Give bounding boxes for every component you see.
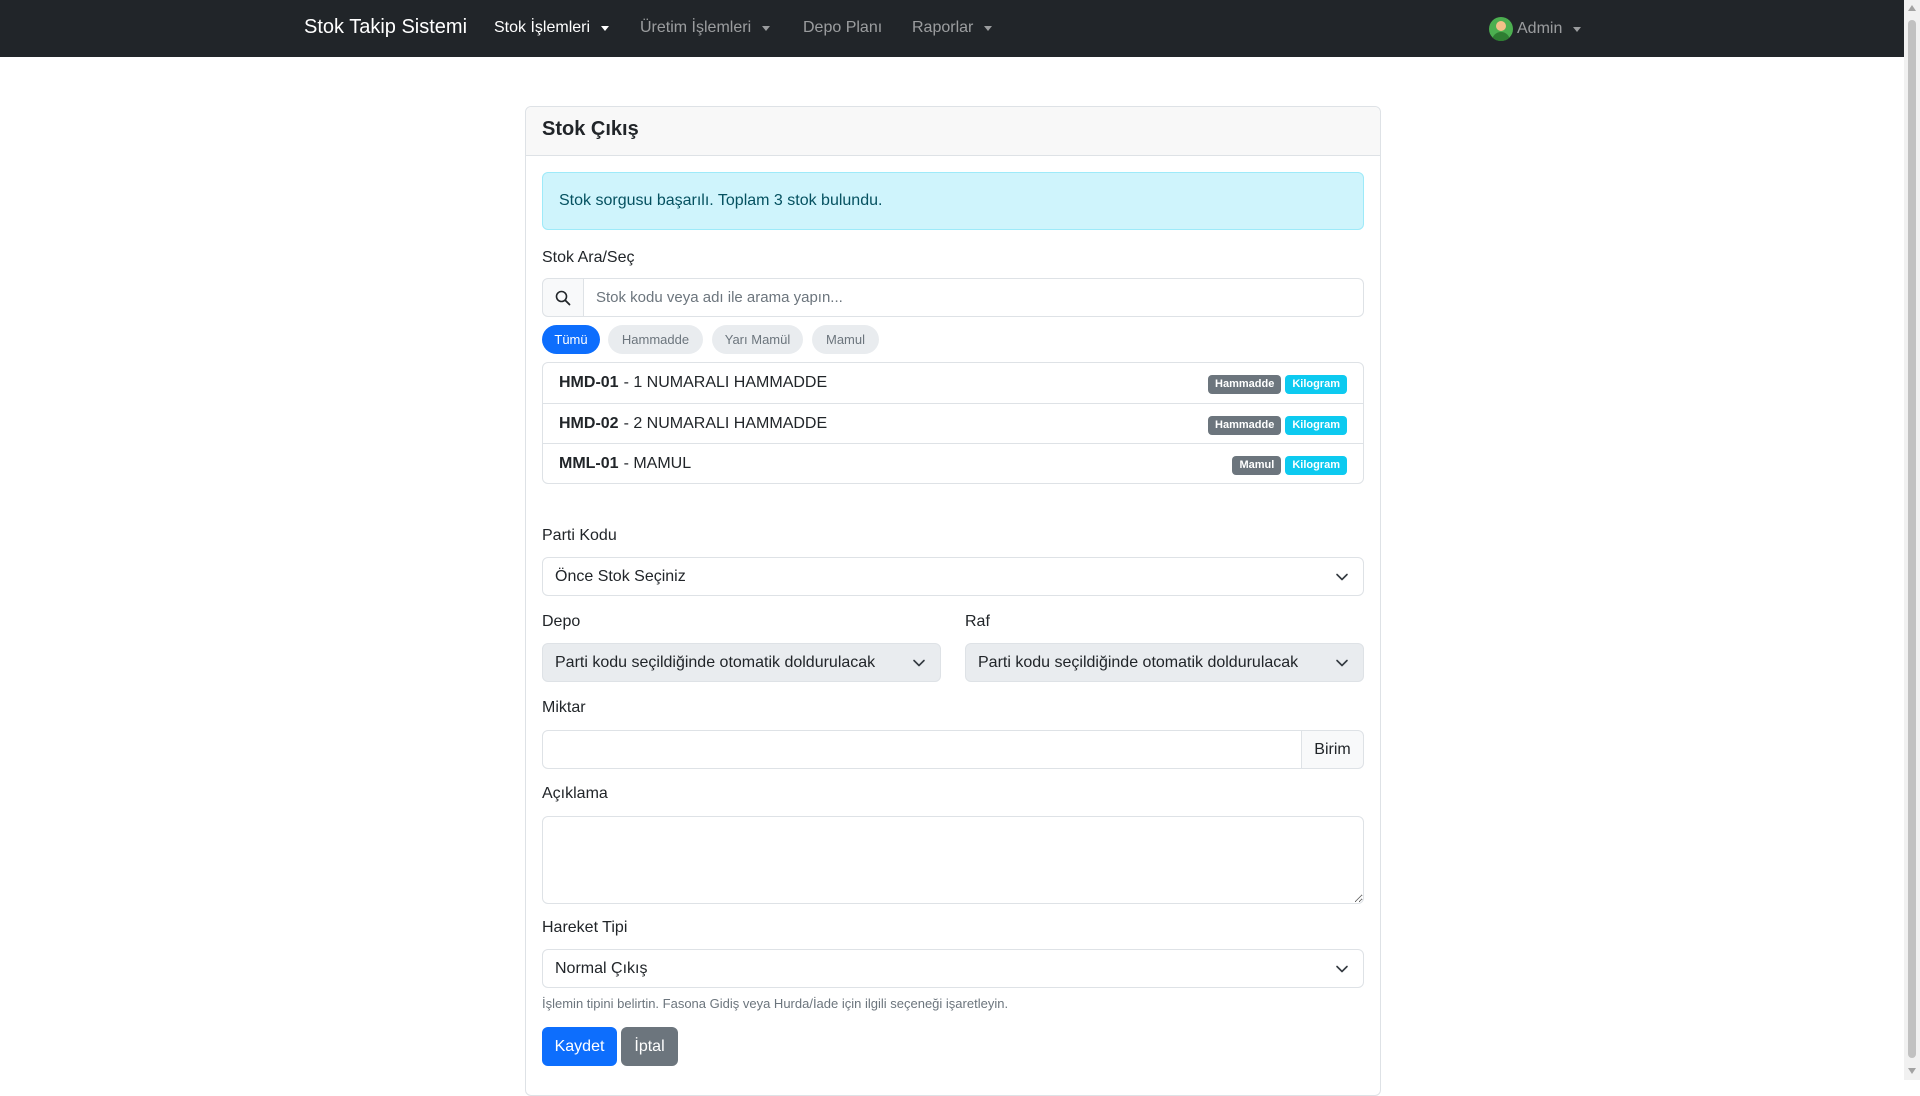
- stock-name: - MAMUL: [623, 454, 692, 472]
- user-name: Admin: [1517, 20, 1563, 37]
- raf-value: Parti kodu seçildiğinde otomatik dolduru…: [978, 653, 1299, 671]
- filter-hammadde[interactable]: Hammadde: [608, 325, 703, 354]
- success-alert: Stok sorgusu başarılı. Toplam 3 stok bul…: [542, 172, 1364, 230]
- stock-list-item[interactable]: MML-01 - MAMUL Mamul Kilogram: [543, 443, 1363, 483]
- scroll-thumb[interactable]: [1908, 20, 1916, 1058]
- caret-down-icon: [1573, 26, 1582, 32]
- user-menu[interactable]: Admin: [1489, 17, 1582, 41]
- miktar-unit: Birim: [1302, 730, 1364, 769]
- page-scrollbar[interactable]: [1904, 0, 1920, 1080]
- aciklama-label: Açıklama: [542, 785, 608, 802]
- filter-mamul[interactable]: Mamul: [812, 325, 879, 354]
- miktar-input[interactable]: [542, 730, 1302, 769]
- stock-unit-badge: Kilogram: [1285, 456, 1347, 475]
- chevron-down-icon: [1336, 573, 1348, 581]
- raf-label: Raf: [965, 613, 990, 630]
- save-button[interactable]: Kaydet: [542, 1027, 617, 1066]
- stock-list-item[interactable]: HMD-01 - 1 NUMARALI HAMMADDE Hammadde Ki…: [543, 363, 1363, 403]
- top-navbar: Stok Takip Sistemi Stok İşlemleri Üretim…: [0, 0, 1904, 57]
- nav-stok-islemleri-label: Stok İşlemleri: [494, 19, 591, 36]
- card-title: Stok Çıkış: [526, 107, 1380, 156]
- user-avatar-icon: [1489, 17, 1513, 41]
- cancel-button[interactable]: İptal: [621, 1027, 678, 1066]
- hareket-tipi-help: İşlemin tipini belirtin. Fasona Gidiş ve…: [542, 996, 1009, 1011]
- stock-code: MML-01: [559, 454, 619, 472]
- caret-down-icon: [601, 25, 610, 31]
- nav-depo-plani-label: Depo Planı: [803, 19, 883, 36]
- stock-type-badge: Mamul: [1232, 456, 1282, 475]
- nav-stok-islemleri[interactable]: Stok İşlemleri: [494, 19, 610, 37]
- scroll-up-arrow-icon[interactable]: [1908, 5, 1916, 11]
- stock-unit-badge: Kilogram: [1285, 375, 1347, 394]
- stock-code: HMD-01: [559, 374, 619, 391]
- stock-type-badge: Hammadde: [1208, 375, 1282, 394]
- stock-code: HMD-02: [559, 414, 619, 432]
- search-input[interactable]: [584, 278, 1364, 317]
- brand-title[interactable]: Stok Takip Sistemi: [304, 16, 467, 39]
- parti-kodu-label: Parti Kodu: [542, 527, 617, 544]
- stock-type-badge: Hammadde: [1208, 416, 1282, 435]
- nav-uretim-islemleri[interactable]: Üretim İşlemleri: [640, 19, 771, 37]
- stock-name: - 2 NUMARALI HAMMADDE: [623, 414, 828, 432]
- caret-down-icon: [984, 25, 993, 31]
- aciklama-textarea[interactable]: [542, 816, 1364, 904]
- nav-raporlar-label: Raporlar: [912, 19, 974, 36]
- stock-unit-badge: Kilogram: [1285, 416, 1347, 435]
- caret-down-icon: [762, 25, 771, 31]
- stock-list: HMD-01 - 1 NUMARALI HAMMADDE Hammadde Ki…: [542, 362, 1364, 484]
- stock-exit-card: Stok Çıkış Stok sorgusu başarılı. Toplam…: [525, 106, 1381, 1096]
- raf-select[interactable]: Parti kodu seçildiğinde otomatik dolduru…: [965, 643, 1364, 682]
- depo-value: Parti kodu seçildiğinde otomatik dolduru…: [555, 653, 876, 671]
- chevron-down-icon: [1336, 659, 1348, 667]
- stock-name: - 1 NUMARALI HAMMADDE: [623, 374, 828, 391]
- nav-raporlar[interactable]: Raporlar: [912, 19, 993, 37]
- hareket-tipi-value: Normal Çıkış: [555, 959, 648, 977]
- hareket-tipi-label: Hareket Tipi: [542, 919, 628, 936]
- filter-tumu[interactable]: Tümü: [542, 325, 600, 354]
- chevron-down-icon: [913, 659, 925, 667]
- miktar-label: Miktar: [542, 699, 586, 716]
- parti-kodu-value: Önce Stok Seçiniz: [555, 567, 686, 585]
- hareket-tipi-select[interactable]: Normal Çıkış: [542, 949, 1364, 988]
- scroll-down-arrow-icon[interactable]: [1908, 1068, 1916, 1074]
- filter-yari-mamul[interactable]: Yarı Mamül: [712, 325, 803, 354]
- miktar-group: Birim: [542, 730, 1364, 769]
- search-label: Stok Ara/Seç: [542, 249, 635, 266]
- search-icon: [542, 278, 584, 317]
- depo-label: Depo: [542, 613, 581, 630]
- stock-list-item[interactable]: HMD-02 - 2 NUMARALI HAMMADDE Hammadde Ki…: [543, 403, 1363, 443]
- chevron-down-icon: [1336, 965, 1348, 973]
- search-group: [542, 278, 1364, 317]
- nav-uretim-islemleri-label: Üretim İşlemleri: [640, 19, 752, 36]
- parti-kodu-select[interactable]: Önce Stok Seçiniz: [542, 557, 1364, 596]
- nav-depo-plani[interactable]: Depo Planı: [803, 19, 882, 37]
- depo-select[interactable]: Parti kodu seçildiğinde otomatik dolduru…: [542, 643, 941, 682]
